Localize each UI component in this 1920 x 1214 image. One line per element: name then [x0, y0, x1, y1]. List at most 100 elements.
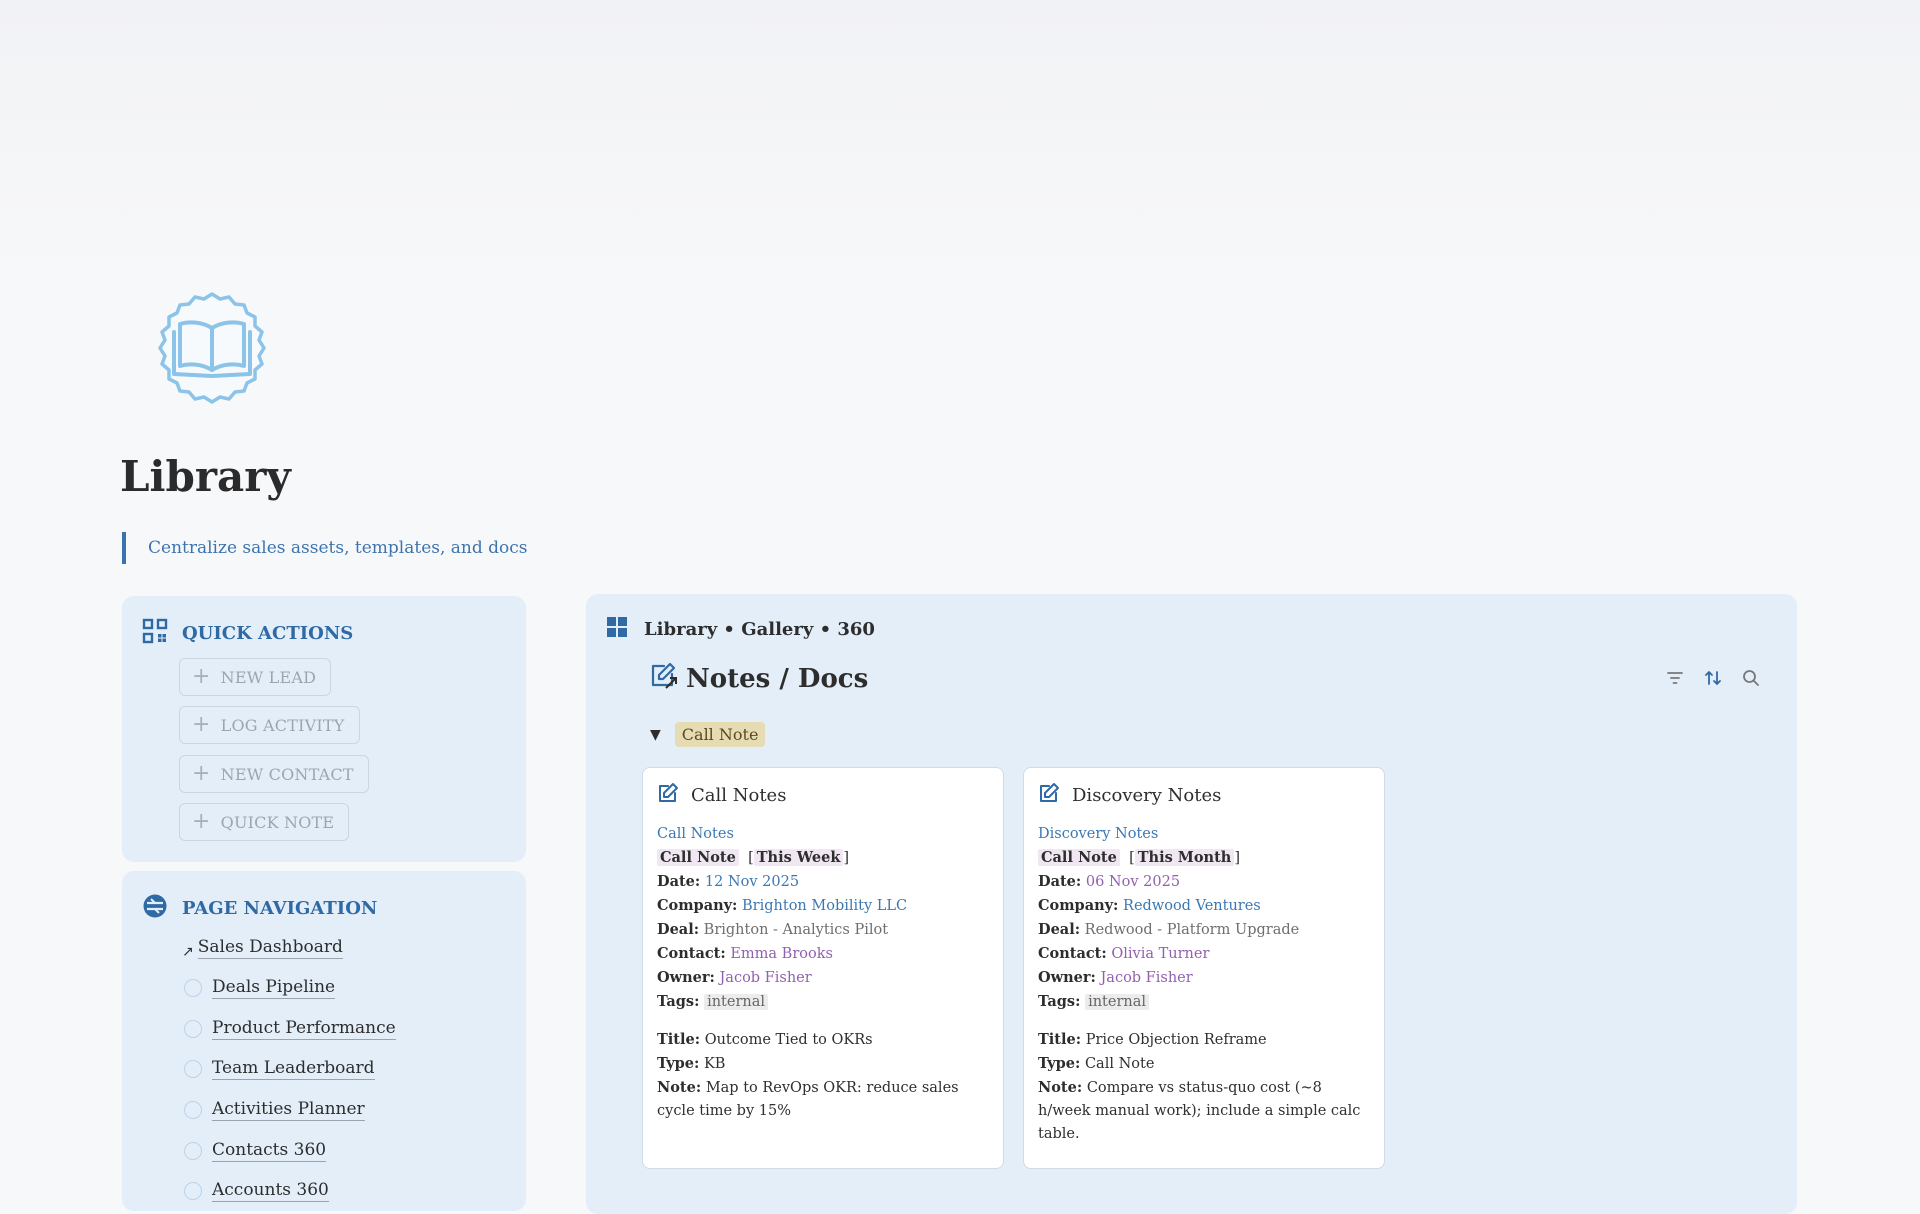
deal-value: Redwood - Platform Upgrade: [1084, 922, 1300, 938]
page-subtitle-quote: Centralize sales assets, templates, and …: [122, 532, 528, 564]
page-icon: [184, 1101, 202, 1119]
type-label: Type:: [1038, 1055, 1081, 1072]
type-value: KB: [703, 1056, 726, 1072]
gallery-grid-icon: [606, 616, 628, 643]
card-title-text: Discovery Notes: [1072, 785, 1222, 806]
card-title: Discovery Notes: [1038, 782, 1221, 809]
owner-label: Owner:: [657, 969, 715, 986]
qr-grid-icon: [142, 618, 168, 649]
search-icon[interactable]: [1741, 668, 1761, 688]
gallery-header-title[interactable]: Library • Gallery • 360: [644, 619, 875, 640]
new-lead-button[interactable]: + NEW LEAD: [179, 658, 332, 696]
company-label: Company:: [1038, 897, 1119, 914]
type-value: Call Note: [1084, 1056, 1155, 1072]
note-value: Compare vs status-quo cost (~8 h/week ma…: [1038, 1080, 1361, 1142]
page-navigation-panel: PAGE NAVIGATION ↗ Sales Dashboard Deals …: [122, 871, 526, 1211]
contact-label: Contact:: [657, 945, 726, 962]
log-activity-button[interactable]: + LOG ACTIVITY: [179, 706, 360, 744]
tags-label: Tags:: [1038, 993, 1081, 1010]
library-gallery-panel: Library • Gallery • 360 Notes / Docs ▼ C…: [586, 594, 1797, 1214]
card-link[interactable]: Discovery Notes: [1038, 826, 1158, 842]
tags-label: Tags:: [657, 993, 700, 1010]
contact-link[interactable]: Emma Brooks: [730, 946, 833, 962]
edit-note-icon: [1038, 782, 1060, 809]
plus-icon: +: [192, 712, 211, 737]
deal-label: Deal:: [657, 921, 700, 938]
nav-item-sales-dashboard[interactable]: ↗ Sales Dashboard: [182, 937, 343, 960]
company-label: Company:: [657, 897, 738, 914]
collapse-caret-icon[interactable]: ▼: [650, 727, 661, 743]
doc-title-label: Title:: [1038, 1031, 1082, 1048]
note-label: Note:: [1038, 1079, 1083, 1096]
sort-icon[interactable]: [1703, 668, 1723, 688]
new-contact-label: NEW CONTACT: [220, 764, 354, 784]
plus-icon: +: [192, 809, 211, 834]
gallery-header: Library • Gallery • 360: [606, 616, 875, 643]
page-navigation-heading: PAGE NAVIGATION: [142, 893, 377, 924]
quick-actions-panel: QUICK ACTIONS + NEW LEAD + LOG ACTIVITY …: [122, 596, 526, 862]
contact-link[interactable]: Olivia Turner: [1111, 946, 1209, 962]
card-body: Discovery Notes Call Note [This Month] D…: [1038, 826, 1361, 1142]
plus-icon: +: [192, 761, 211, 786]
view-title[interactable]: Notes / Docs: [648, 660, 868, 697]
page-cover: [0, 0, 1920, 290]
quick-actions-title: QUICK ACTIONS: [182, 623, 354, 644]
page-icon: [184, 1020, 202, 1038]
quick-note-button[interactable]: + QUICK NOTE: [179, 803, 350, 841]
link-arrow-icon: ↗: [182, 944, 194, 960]
new-lead-label: NEW LEAD: [220, 667, 317, 687]
note-label: Note:: [657, 1079, 702, 1096]
card-body: Call Notes Call Note [This Week] Date: 1…: [657, 826, 959, 1119]
nav-item-contacts-360[interactable]: Contacts 360: [184, 1140, 327, 1162]
group-tag: Call Note: [674, 722, 766, 747]
nav-item-activities-planner[interactable]: Activities Planner: [184, 1099, 365, 1121]
log-activity-label: LOG ACTIVITY: [220, 715, 345, 735]
new-contact-button[interactable]: + NEW CONTACT: [179, 755, 369, 793]
type-pill: Call Note: [1038, 849, 1120, 866]
open-book-icon[interactable]: [148, 284, 276, 412]
nav-item-deals-pipeline[interactable]: Deals Pipeline: [184, 977, 336, 999]
page-icon: [184, 1142, 202, 1160]
owner-label: Owner:: [1038, 969, 1096, 986]
contact-label: Contact:: [1038, 945, 1107, 962]
deal-label: Deal:: [1038, 921, 1081, 938]
quick-note-label: QUICK NOTE: [220, 812, 335, 832]
nav-item-team-leaderboard[interactable]: Team Leaderboard: [184, 1058, 375, 1080]
tag-chip: internal: [1085, 994, 1149, 1010]
page-icon: [184, 1182, 202, 1200]
owner-link[interactable]: Jacob Fisher: [719, 970, 811, 986]
date-value: 06 Nov 2025: [1085, 874, 1181, 890]
nav-item-product-performance[interactable]: Product Performance: [184, 1018, 396, 1040]
card-link[interactable]: Call Notes: [657, 826, 734, 842]
date-value: 12 Nov 2025: [704, 874, 800, 890]
compass-icon: [142, 893, 168, 924]
edit-note-icon: [657, 782, 679, 809]
card-title-text: Call Notes: [691, 785, 787, 806]
filter-icon[interactable]: [1665, 668, 1685, 688]
page-subtitle: Centralize sales assets, templates, and …: [148, 538, 528, 558]
gallery-card-discovery-notes[interactable]: Discovery Notes Discovery Notes Call Not…: [1023, 767, 1385, 1169]
period-pill: This Month: [1134, 849, 1235, 866]
company-link[interactable]: Brighton Mobility LLC: [742, 898, 907, 914]
date-label: Date:: [1038, 873, 1082, 890]
page-title: Library: [120, 452, 291, 501]
note-value: Map to RevOps OKR: reduce sales cycle ti…: [657, 1080, 959, 1119]
owner-link[interactable]: Jacob Fisher: [1100, 970, 1192, 986]
page-icon: [184, 1060, 202, 1078]
type-pill: Call Note: [657, 849, 739, 866]
tag-chip: internal: [704, 994, 768, 1010]
group-header: ▼ Call Note: [650, 722, 766, 747]
doc-title-value: Price Objection Reframe: [1085, 1032, 1267, 1048]
view-toolbar: [1665, 668, 1761, 688]
gallery-card-call-notes[interactable]: Call Notes Call Notes Call Note [This We…: [642, 767, 1004, 1169]
plus-icon: +: [192, 664, 211, 689]
quick-actions-heading: QUICK ACTIONS: [142, 618, 353, 649]
doc-title-value: Outcome Tied to OKRs: [704, 1032, 873, 1048]
page-icon: [184, 979, 202, 997]
card-title: Call Notes: [657, 782, 786, 809]
company-link[interactable]: Redwood Ventures: [1123, 898, 1261, 914]
page-navigation-title: PAGE NAVIGATION: [182, 898, 378, 919]
type-label: Type:: [657, 1055, 700, 1072]
period-pill: This Week: [753, 849, 844, 866]
edit-link-icon: [648, 660, 678, 697]
